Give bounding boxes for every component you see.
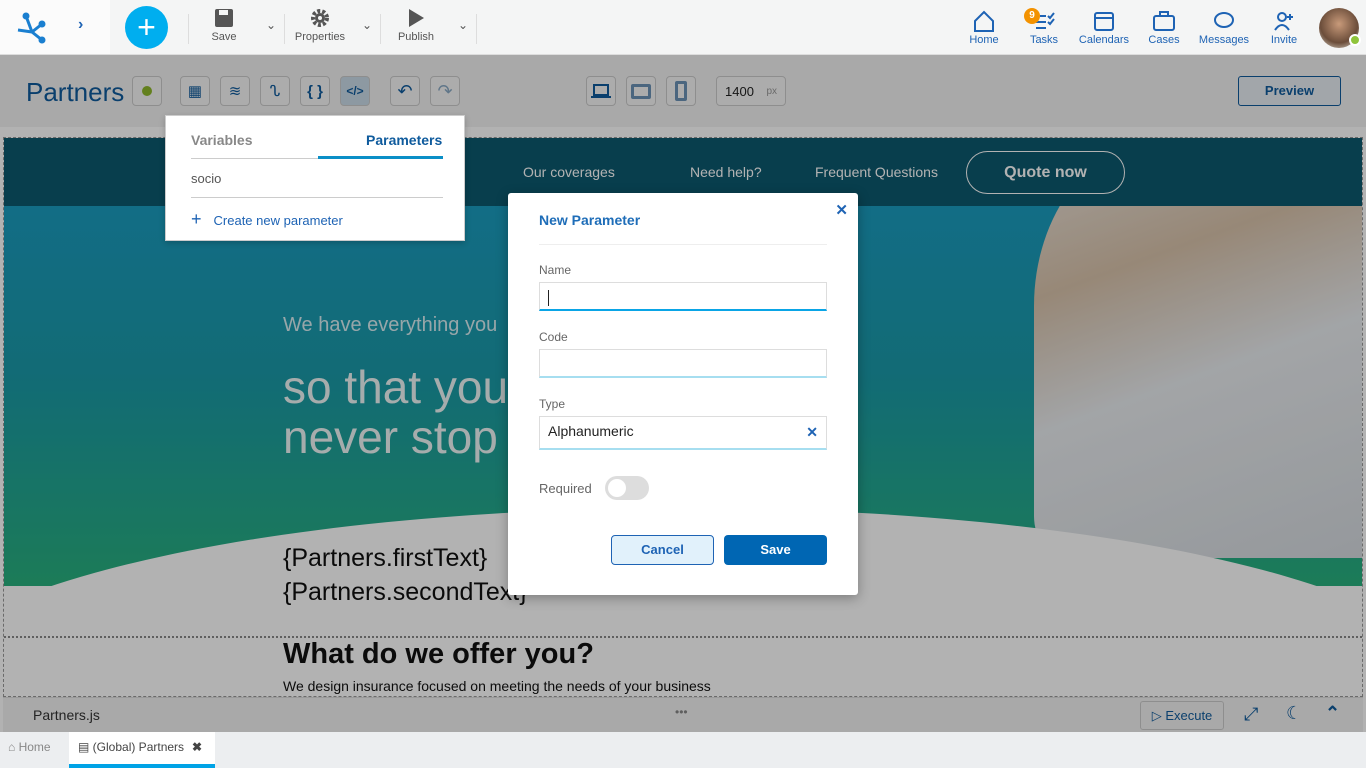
save-button[interactable]: Save <box>724 535 827 565</box>
properties-dropdown-icon[interactable]: ⌄ <box>362 18 372 32</box>
play-icon <box>409 9 424 27</box>
publish-dropdown-icon[interactable]: ⌄ <box>458 18 468 32</box>
type-select[interactable]: Alphanumeric ✕ <box>539 416 827 450</box>
variables-popover: Variables Parameters socio + Create new p… <box>165 115 465 241</box>
tab-variables[interactable]: Variables <box>191 132 253 148</box>
home-icon <box>974 10 994 32</box>
save-icon <box>215 9 233 27</box>
avatar[interactable] <box>1319 8 1361 48</box>
save-button[interactable]: Save <box>205 8 243 43</box>
active-tab-indicator <box>318 156 443 159</box>
nav-cases[interactable]: Cases <box>1146 10 1182 46</box>
code-label: Code <box>539 330 568 344</box>
close-tab-icon[interactable]: ✖ <box>192 740 202 754</box>
cancel-button[interactable]: Cancel <box>611 535 714 565</box>
app-logo[interactable]: › <box>0 0 110 54</box>
type-label: Type <box>539 397 566 411</box>
tab-bar: ⌂ Home ▤ (Global) Partners ✖ <box>0 732 1366 768</box>
message-icon <box>1214 12 1234 28</box>
page-icon: ▤ <box>78 740 93 754</box>
name-label: Name <box>539 263 572 277</box>
publish-button[interactable]: Publish <box>395 8 437 43</box>
dialog-title: New Parameter <box>539 212 641 228</box>
top-toolbar: › + Save ⌄ Properties ⌄ Publish ⌄ Home T… <box>0 0 1366 55</box>
briefcase-icon <box>1153 11 1175 31</box>
required-toggle[interactable] <box>605 476 649 500</box>
title-divider <box>539 244 827 245</box>
nav-home[interactable]: Home <box>966 10 1002 46</box>
plus-icon: + <box>191 209 202 229</box>
tab-home[interactable]: ⌂ Home <box>8 740 51 754</box>
close-icon[interactable]: ✕ <box>835 201 848 219</box>
nav-tasks[interactable]: Tasks 9 <box>1024 8 1062 46</box>
toggle-knob <box>608 479 626 497</box>
text-cursor <box>548 290 549 307</box>
save-dropdown-icon[interactable]: ⌄ <box>266 18 276 32</box>
online-status-dot <box>1349 34 1361 46</box>
tab-parameters[interactable]: Parameters <box>366 132 442 148</box>
home-icon: ⌂ <box>8 740 19 754</box>
properties-button[interactable]: Properties <box>292 8 348 43</box>
logo-icon <box>17 12 46 44</box>
nav-messages[interactable]: Messages <box>1197 10 1251 46</box>
create-parameter-link[interactable]: + Create new parameter <box>191 210 343 230</box>
nav-invite[interactable]: Invite <box>1268 10 1300 46</box>
tab-global-partners[interactable]: ▤ (Global) Partners ✖ <box>69 732 215 768</box>
nav-calendars[interactable]: Calendars <box>1078 10 1130 46</box>
name-input[interactable] <box>539 282 827 311</box>
new-parameter-dialog: New Parameter ✕ Name Code Type Alphanume… <box>508 193 858 595</box>
add-button[interactable]: + <box>125 6 168 49</box>
invite-icon <box>1274 12 1293 31</box>
gear-icon <box>311 9 329 27</box>
expand-chevron-icon[interactable]: › <box>78 16 83 34</box>
clear-icon[interactable]: ✕ <box>806 424 818 441</box>
parameter-item[interactable]: socio <box>191 171 221 186</box>
code-input[interactable] <box>539 349 827 378</box>
tasks-badge: 9 <box>1024 8 1040 24</box>
calendar-icon <box>1094 12 1114 31</box>
required-label: Required <box>539 481 592 496</box>
list-divider <box>191 197 443 198</box>
